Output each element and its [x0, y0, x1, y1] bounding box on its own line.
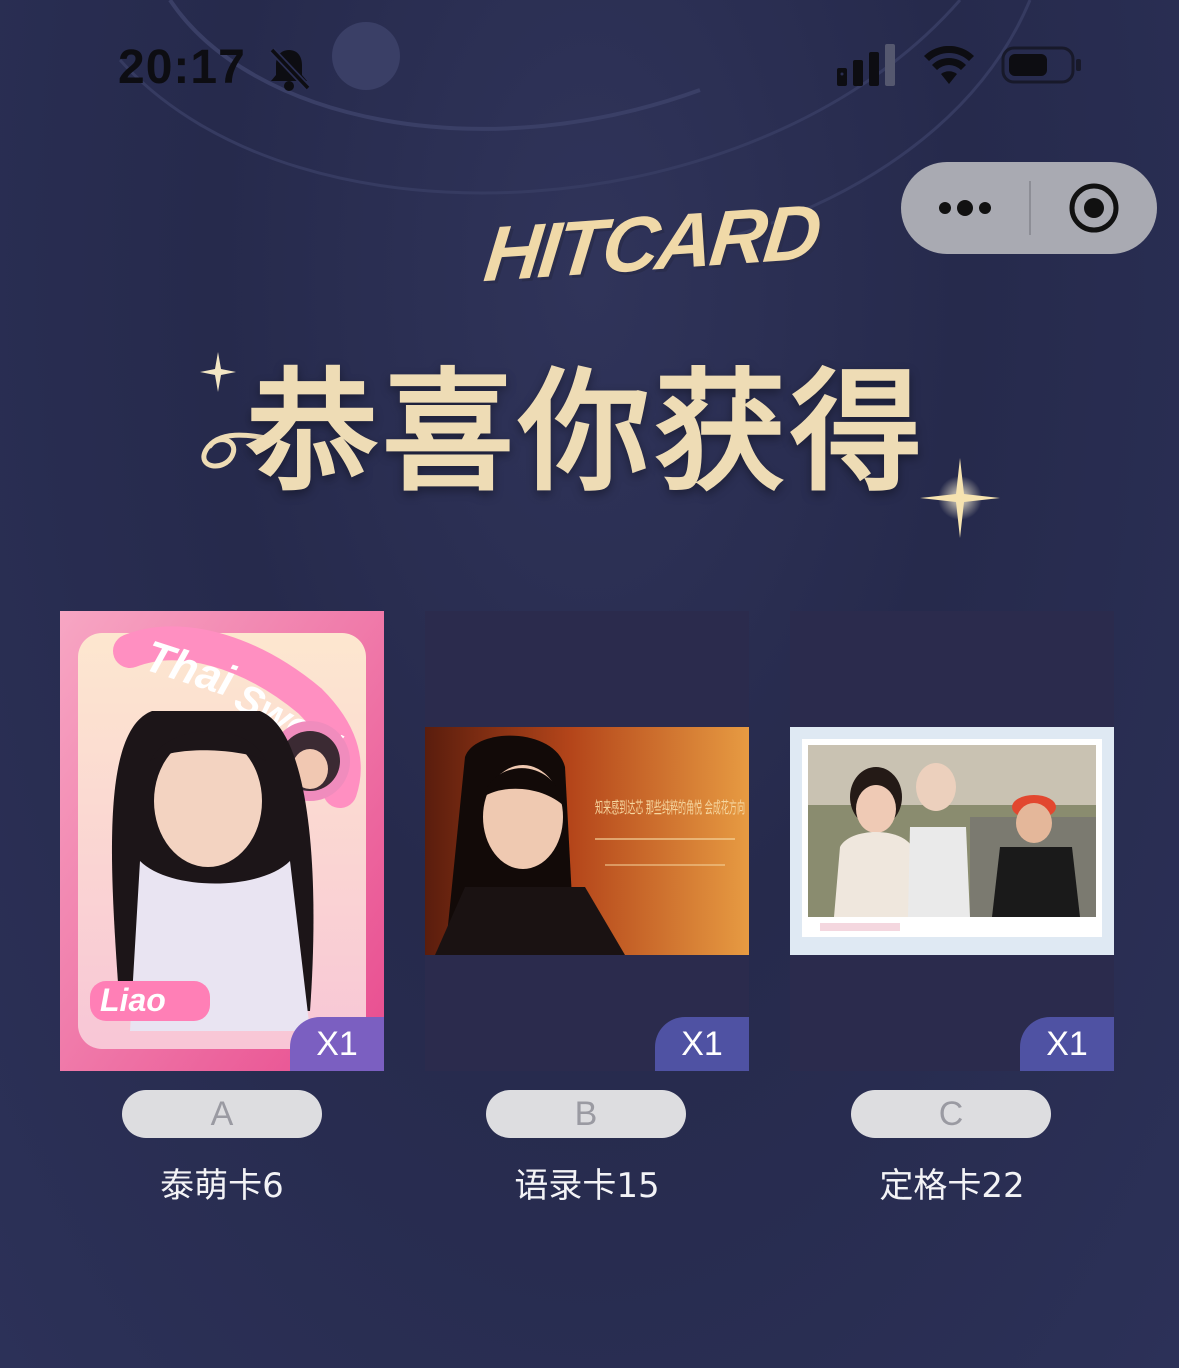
sparkle-icon — [200, 352, 236, 392]
option-c-pill[interactable]: C — [851, 1090, 1051, 1138]
card-c-name: 定格卡22 — [879, 1166, 1025, 1206]
card-image-quote: 知来感到达芯 那些纯粹的角悦 会成花方向 — [425, 727, 749, 955]
card-b-quote-text: 知来感到达芯 那些纯粹的角悦 会成花方向 — [595, 798, 745, 817]
more-button[interactable] — [901, 162, 1029, 254]
congrats-title: 恭喜你获得 — [246, 355, 926, 510]
congrats-banner: 恭喜你获得 — [180, 340, 1000, 540]
signal-icon — [837, 44, 895, 86]
hitcard-logo: HITCARD — [480, 187, 823, 312]
card-b-name: 语录卡15 — [514, 1166, 660, 1206]
card-image-portrait: Thai Sweet Liao — [60, 611, 384, 1071]
sparkle-icon — [920, 458, 1000, 538]
wifi-icon — [924, 46, 974, 84]
battery-icon — [1001, 46, 1081, 84]
card-c[interactable]: X1 — [790, 611, 1114, 1071]
card-a-liao-text: Liao — [100, 982, 166, 1018]
card-a[interactable]: Thai Sweet Liao X1 — [60, 611, 384, 1071]
logo-text: HITCARD — [480, 187, 823, 299]
count-badge: X1 — [1020, 1017, 1114, 1071]
count-badge: X1 — [290, 1017, 384, 1071]
mini-program-capsule — [901, 162, 1157, 254]
more-dots-icon — [939, 200, 991, 216]
target-close-icon — [1069, 183, 1119, 233]
option-b-pill[interactable]: B — [486, 1090, 686, 1138]
status-time: 20:17 — [118, 41, 246, 94]
option-a-pill[interactable]: A — [122, 1090, 322, 1138]
card-image-still-frame — [790, 727, 1114, 955]
card-b[interactable]: 知来感到达芯 那些纯粹的角悦 会成花方向 X1 — [425, 611, 749, 1071]
card-a-name: 泰萌卡6 — [160, 1166, 284, 1206]
close-miniprogram-button[interactable] — [1031, 162, 1157, 254]
bell-slash-icon — [269, 47, 311, 91]
count-badge: X1 — [655, 1017, 749, 1071]
